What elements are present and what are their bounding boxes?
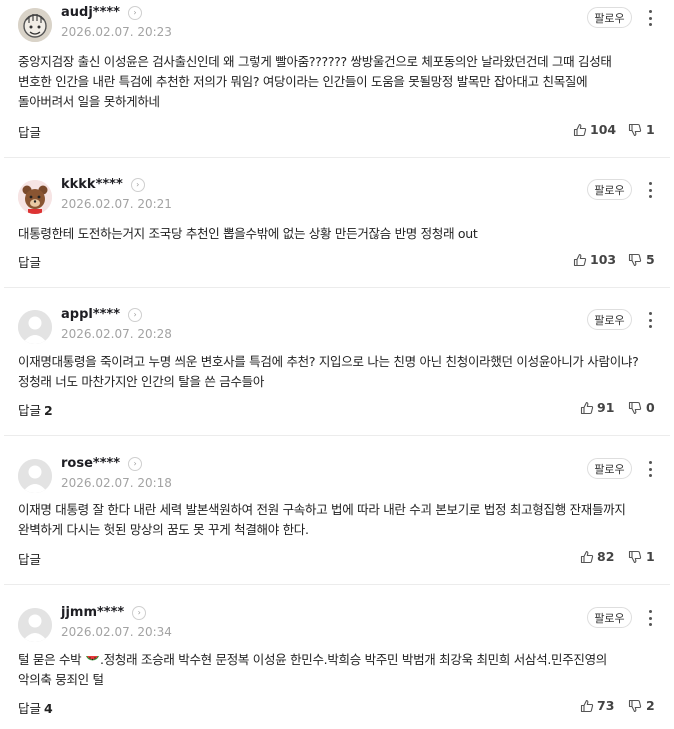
kebab-menu-icon[interactable]	[646, 608, 654, 628]
kebab-menu-icon[interactable]	[646, 459, 654, 479]
reply-count: 4	[44, 701, 53, 716]
like-button[interactable]: 103	[573, 252, 616, 267]
like-button[interactable]: 104	[573, 122, 616, 137]
thumbs-up-icon	[580, 550, 594, 563]
reply-label: 답글	[18, 403, 42, 418]
follow-button[interactable]: 팔로우	[587, 179, 632, 200]
reply-label: 답글	[18, 255, 42, 270]
follow-button[interactable]: 팔로우	[587, 458, 632, 479]
comment-author[interactable]: audj**** ›	[61, 5, 142, 20]
reply-label: 답글	[18, 125, 42, 140]
dislike-button[interactable]: 1	[628, 549, 655, 564]
comment-author[interactable]: kkkk**** ›	[61, 177, 145, 192]
divider	[4, 584, 670, 585]
reply-button[interactable]: 답글 4	[18, 698, 53, 717]
comment-text-part: 털 묻은 수박	[18, 652, 86, 667]
comment-text: 중앙지검장 출신 이성윤은 검사출신인데 왜 그렇게 빨아줌?????? 쌍방울…	[18, 54, 612, 109]
comment-date: 2026.02.07. 20:21	[61, 197, 172, 211]
dislike-button[interactable]: 0	[628, 400, 655, 415]
dislike-count: 5	[646, 252, 655, 267]
thumbs-down-icon	[628, 550, 642, 563]
divider	[4, 435, 670, 436]
comment-text-part: .정청래 조승래 박수현 문정복 이성윤 한민수.박희승 박주민 박범개 최강욱…	[18, 652, 607, 687]
chevron-right-icon[interactable]: ›	[130, 177, 145, 192]
comment-item: rose**** › 2026.02.07. 20:18 팔로우 이재명 대통령…	[0, 451, 674, 584]
like-count: 104	[590, 122, 617, 137]
comment-date: 2026.02.07. 20:18	[61, 476, 172, 490]
dislike-button[interactable]: 5	[628, 252, 655, 267]
username[interactable]: appl****	[61, 307, 120, 322]
comment-text: 털 묻은 수박 .정청래 조승래 박수현 문정복 이성윤 한민수.박희승 박주민…	[18, 650, 643, 690]
avatar[interactable]	[18, 310, 52, 344]
reply-button[interactable]: 답글	[18, 252, 44, 271]
thumbs-down-icon	[628, 123, 642, 136]
dislike-button[interactable]: 1	[628, 122, 655, 137]
chevron-right-icon[interactable]: ›	[132, 605, 147, 620]
username[interactable]: kkkk****	[61, 177, 123, 192]
kebab-menu-icon[interactable]	[646, 310, 654, 330]
comment-item: kkkk**** › 2026.02.07. 20:21 팔로우 대통령한테 도…	[0, 172, 674, 287]
comment-date: 2026.02.07. 20:28	[61, 327, 172, 341]
watermelon-emoji	[86, 656, 100, 661]
divider	[4, 157, 670, 158]
like-button[interactable]: 73	[580, 698, 614, 713]
like-count: 82	[597, 549, 615, 564]
chevron-right-icon[interactable]: ›	[128, 456, 143, 471]
follow-button[interactable]: 팔로우	[587, 309, 632, 330]
like-button[interactable]: 82	[580, 549, 614, 564]
dislike-count: 2	[646, 698, 655, 713]
comment-text: 대통령한테 도전하는거지 조국당 추천인 뽑을수밖에 없는 상황 만든거잖슴 반…	[18, 226, 478, 241]
follow-button[interactable]: 팔로우	[587, 7, 632, 28]
thumbs-up-icon	[580, 699, 594, 712]
avatar[interactable]	[18, 180, 52, 214]
reply-label: 답글	[18, 701, 42, 716]
comment-item: audj**** › 2026.02.07. 20:23 팔로우 중앙지검장 출…	[0, 0, 674, 157]
thumbs-down-icon	[628, 253, 642, 266]
reply-count: 2	[44, 403, 53, 418]
avatar[interactable]	[18, 608, 52, 642]
divider	[4, 287, 670, 288]
like-count: 103	[590, 252, 617, 267]
reply-label: 답글	[18, 552, 42, 567]
comment-item: appl**** › 2026.02.07. 20:28 팔로우 이재명대통령을…	[0, 302, 674, 435]
comment-author[interactable]: appl**** ›	[61, 307, 143, 322]
comment-item: jjmm**** › 2026.02.07. 20:34 팔로우 털 묻은 수박…	[0, 600, 674, 729]
thumbs-up-icon	[580, 401, 594, 414]
avatar[interactable]	[18, 8, 52, 42]
thumbs-up-icon	[573, 253, 587, 266]
comment-author[interactable]: jjmm**** ›	[61, 605, 147, 620]
like-count: 73	[597, 698, 615, 713]
chevron-right-icon[interactable]: ›	[128, 307, 143, 322]
thumbs-down-icon	[628, 699, 642, 712]
username[interactable]: jjmm****	[61, 605, 124, 620]
username[interactable]: rose****	[61, 456, 120, 471]
like-count: 91	[597, 400, 615, 415]
comment-date: 2026.02.07. 20:23	[61, 25, 172, 39]
like-button[interactable]: 91	[580, 400, 614, 415]
avatar[interactable]	[18, 459, 52, 493]
reply-button[interactable]: 답글	[18, 122, 44, 141]
reply-button[interactable]: 답글	[18, 549, 44, 568]
follow-button[interactable]: 팔로우	[587, 607, 632, 628]
dislike-count: 0	[646, 400, 655, 415]
kebab-menu-icon[interactable]	[646, 180, 654, 200]
thumbs-up-icon	[573, 123, 587, 136]
dislike-count: 1	[646, 549, 655, 564]
kebab-menu-icon[interactable]	[646, 8, 654, 28]
dislike-count: 1	[646, 122, 655, 137]
username[interactable]: audj****	[61, 5, 120, 20]
comment-text: 이재명 대통령 잘 한다 내란 세력 발본색원하여 전원 구속하고 법에 따라 …	[18, 502, 626, 537]
dislike-button[interactable]: 2	[628, 698, 655, 713]
comment-author[interactable]: rose**** ›	[61, 456, 143, 471]
reply-button[interactable]: 답글 2	[18, 400, 53, 419]
comment-date: 2026.02.07. 20:34	[61, 625, 172, 639]
comment-text: 이재명대통령을 죽이려고 누명 씌운 변호사를 특검에 추천? 지입으로 나는 …	[18, 354, 639, 389]
chevron-right-icon[interactable]: ›	[127, 5, 142, 20]
thumbs-down-icon	[628, 401, 642, 414]
